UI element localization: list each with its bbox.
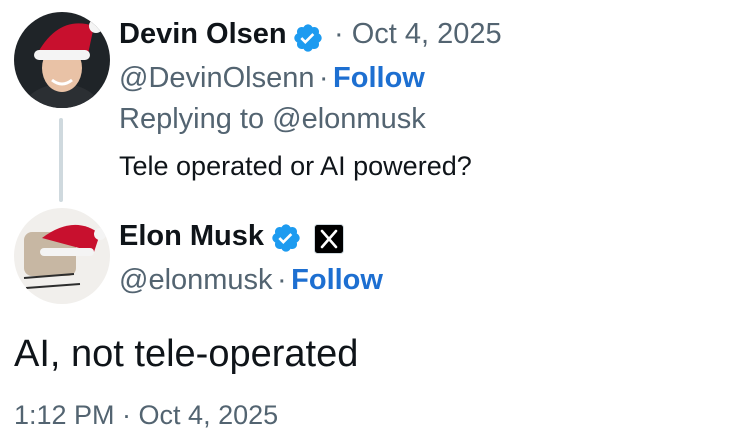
post-text: AI, not tele-operated <box>14 333 359 375</box>
thread-connector-line <box>59 118 63 202</box>
replying-to-prefix: Replying to <box>119 103 265 135</box>
date-separator: · <box>334 18 344 50</box>
reply-author-name[interactable]: Devin Olsen <box>119 18 287 51</box>
post-author-avatar[interactable] <box>14 208 110 304</box>
handle-separator: · <box>318 62 329 94</box>
reply-handle-line: @DevinOlsenn · Follow <box>119 62 425 95</box>
verified-badge-icon <box>270 222 302 254</box>
post-author-handle[interactable]: @elonmusk <box>119 264 273 296</box>
post-follow-button[interactable]: Follow <box>291 264 383 296</box>
post-author-name[interactable]: Elon Musk <box>119 220 264 253</box>
replying-to-handle[interactable]: @elonmusk <box>272 103 426 135</box>
reply-follow-button[interactable]: Follow <box>333 62 425 94</box>
reply-text: Tele operated or AI powered? <box>119 151 472 181</box>
replying-to-line: Replying to @elonmusk <box>119 103 426 136</box>
reply-date[interactable]: Oct 4, 2025 <box>352 18 502 50</box>
verified-badge-icon <box>292 22 324 54</box>
x-logo-icon[interactable] <box>314 224 344 254</box>
reply-date-line: · Oct 4, 2025 <box>334 18 502 51</box>
post-timestamp[interactable]: 1:12 PM · Oct 4, 2025 <box>14 400 278 431</box>
reply-author-avatar[interactable] <box>14 12 110 108</box>
handle-separator: · <box>277 264 287 296</box>
reply-author-handle[interactable]: @DevinOlsenn <box>119 62 314 94</box>
post-handle-line: @elonmusk · Follow <box>119 264 383 297</box>
